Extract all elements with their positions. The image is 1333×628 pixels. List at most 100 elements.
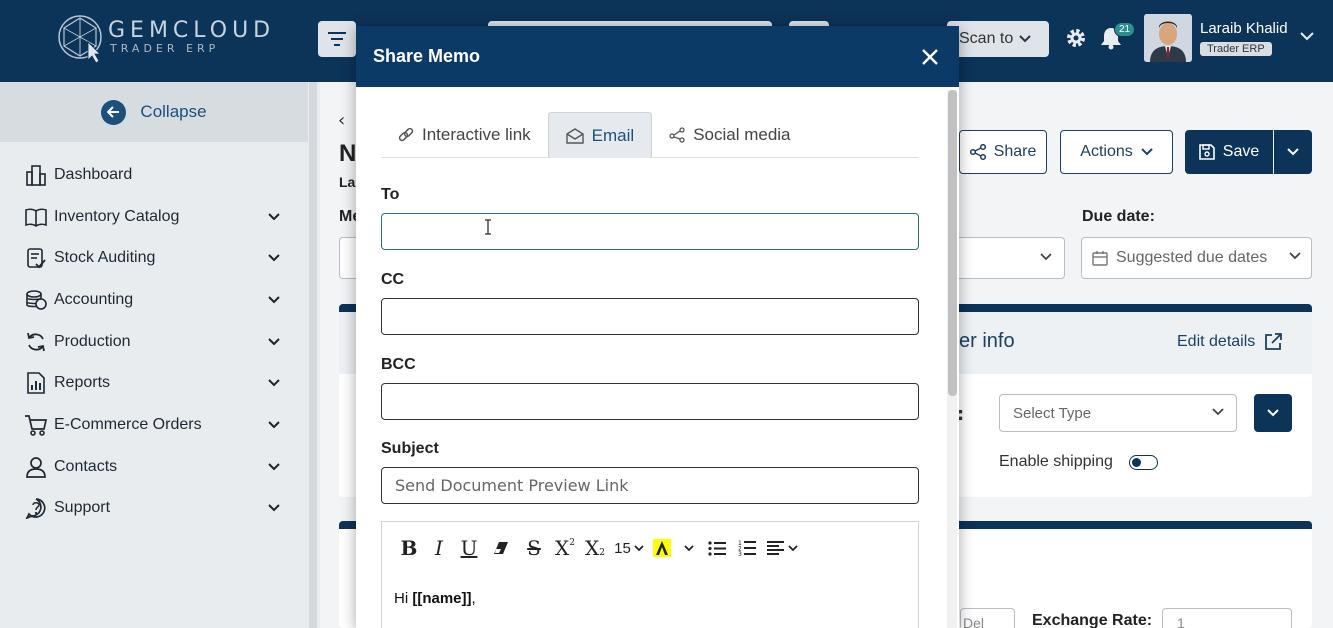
user-icon	[24, 455, 48, 479]
editor-content[interactable]: Hi [[name]],	[394, 590, 476, 607]
exchange-rate-label: Exchange Rate:	[1032, 612, 1153, 628]
bold-icon[interactable]: B	[394, 536, 424, 560]
user-avatar-icon	[1144, 14, 1192, 62]
font-size-select[interactable]: 15	[610, 536, 648, 560]
sidebar-item-accounting[interactable]: Accounting	[24, 279, 280, 321]
due-date-label: Due date:	[1082, 208, 1155, 225]
chevron-down-icon	[1040, 253, 1052, 261]
link-icon	[398, 127, 414, 142]
superscript-icon[interactable]: X2	[550, 536, 580, 560]
save-options-button[interactable]	[1274, 130, 1312, 174]
clipboard-check-icon	[24, 246, 48, 270]
filter-lines-icon	[328, 32, 346, 46]
modal-title: Share Memo	[373, 46, 481, 66]
close-icon[interactable]	[920, 47, 940, 67]
logo[interactable]: GEMCLOUD TRADER ERP	[56, 12, 270, 64]
coins-icon	[24, 288, 48, 312]
greeting-suffix: ,	[471, 590, 476, 607]
notifications-button[interactable]: 21	[1100, 22, 1136, 54]
greeting-prefix: Hi	[394, 590, 413, 607]
subject-field[interactable]	[381, 467, 919, 504]
tab-social-media[interactable]: Social media	[652, 112, 807, 158]
to-field[interactable]	[381, 213, 919, 250]
cc-field[interactable]	[381, 298, 919, 335]
due-date-select[interactable]: Suggested due dates	[1081, 237, 1312, 279]
external-link-icon	[1265, 333, 1283, 350]
chevron-down-icon	[268, 212, 280, 220]
chevron-down-icon[interactable]	[676, 536, 702, 560]
numbered-list-icon[interactable]: 123	[732, 536, 762, 560]
sidebar-item-label: E-Commerce Orders	[54, 415, 202, 433]
edit-details-link[interactable]: Edit details	[1177, 332, 1283, 352]
type-options-button[interactable]	[1254, 394, 1292, 432]
scan-to-label: Scan to	[959, 30, 1014, 47]
avatar[interactable]	[1144, 14, 1192, 62]
eraser-icon[interactable]	[484, 536, 518, 560]
chevron-down-icon	[268, 337, 280, 346]
chevron-down-icon	[1287, 148, 1299, 156]
sidebar-item-label: Contacts	[54, 457, 118, 475]
bcc-field[interactable]	[381, 383, 919, 420]
tab-interactive-link[interactable]: Interactive link	[381, 112, 548, 158]
enable-shipping-toggle[interactable]	[1129, 455, 1158, 470]
filter-button[interactable]	[318, 21, 356, 57]
share-button[interactable]: Share	[959, 130, 1047, 174]
underline-icon[interactable]: U	[454, 536, 484, 560]
delivery-select[interactable]: Del	[960, 608, 1015, 628]
text-color-icon[interactable]	[648, 536, 676, 560]
modal-header: Share Memo	[356, 26, 959, 87]
sidebar-item-contacts[interactable]: Contacts	[24, 446, 280, 488]
type-select[interactable]: Select Type	[999, 394, 1237, 432]
sidebar-item-inventory-catalog[interactable]: Inventory Catalog	[24, 196, 280, 238]
chevron-down-icon	[268, 421, 280, 429]
italic-icon[interactable]: I	[424, 536, 454, 560]
sidebar-scrollbar[interactable]	[309, 82, 317, 628]
sidebar-item-label: Support	[54, 499, 111, 517]
collapse-button[interactable]: Collapse	[0, 82, 308, 142]
chevron-down-icon	[1019, 35, 1031, 43]
to-label: To	[381, 186, 400, 203]
bullet-list-icon[interactable]	[702, 536, 732, 560]
sidebar-item-production[interactable]: Production	[24, 321, 280, 363]
modal-scrollbar[interactable]	[947, 90, 957, 628]
type-placeholder: Select Type	[1013, 404, 1092, 422]
chevron-down-icon[interactable]	[1300, 32, 1314, 41]
editor-toolbar: B I U S X2 X2 15 123	[394, 536, 802, 560]
sidebar-nav: Dashboard Inventory Catalog Stock Auditi…	[24, 154, 280, 529]
gear-icon[interactable]	[1064, 26, 1088, 50]
gem-logo-icon	[58, 15, 102, 64]
sidebar-item-label: Dashboard	[54, 165, 133, 183]
card-title: er info	[959, 330, 1015, 352]
share-nodes-icon	[969, 144, 986, 160]
tab-label: Interactive link	[422, 125, 531, 144]
sidebar-item-label: Production	[54, 332, 131, 350]
back-icon[interactable]: ‹	[338, 110, 345, 131]
bcc-label: BCC	[381, 356, 416, 373]
exchange-rate-input[interactable]: 1	[1162, 608, 1292, 628]
save-button[interactable]: Save	[1185, 130, 1273, 174]
sidebar-item-e-commerce-orders[interactable]: E-Commerce Orders	[24, 404, 280, 446]
svg-text:3: 3	[738, 551, 742, 556]
scan-to-button[interactable]: Scan to	[947, 21, 1049, 57]
book-icon	[24, 205, 48, 229]
sidebar-item-dashboard[interactable]: Dashboard	[24, 154, 280, 196]
sidebar-item-support[interactable]: Support	[24, 488, 280, 530]
tab-label: Social media	[693, 125, 791, 144]
sidebar-item-stock-auditing[interactable]: Stock Auditing	[24, 237, 280, 279]
message-editor[interactable]: B I U S X2 X2 15 123 Hi [[name]],	[381, 521, 919, 628]
subscript-icon[interactable]: X2	[580, 536, 610, 560]
actions-button[interactable]: Actions	[1060, 130, 1173, 174]
sidebar-item-reports[interactable]: Reports	[24, 362, 280, 404]
align-icon[interactable]	[762, 536, 802, 560]
share-label: Share	[993, 143, 1037, 160]
tab-email[interactable]: Email	[547, 112, 653, 158]
user-name[interactable]: Laraib Khalid	[1200, 20, 1288, 37]
refresh-icon	[24, 330, 48, 354]
share-tabs: Interactive link Email Social media	[381, 112, 919, 158]
chevron-down-icon	[1212, 408, 1224, 416]
cc-label: CC	[381, 271, 405, 288]
user-role-badge: Trader ERP	[1200, 42, 1272, 56]
enable-shipping-label: Enable shipping	[999, 453, 1113, 470]
select-field[interactable]	[950, 237, 1065, 279]
strikethrough-icon[interactable]: S	[518, 536, 550, 560]
